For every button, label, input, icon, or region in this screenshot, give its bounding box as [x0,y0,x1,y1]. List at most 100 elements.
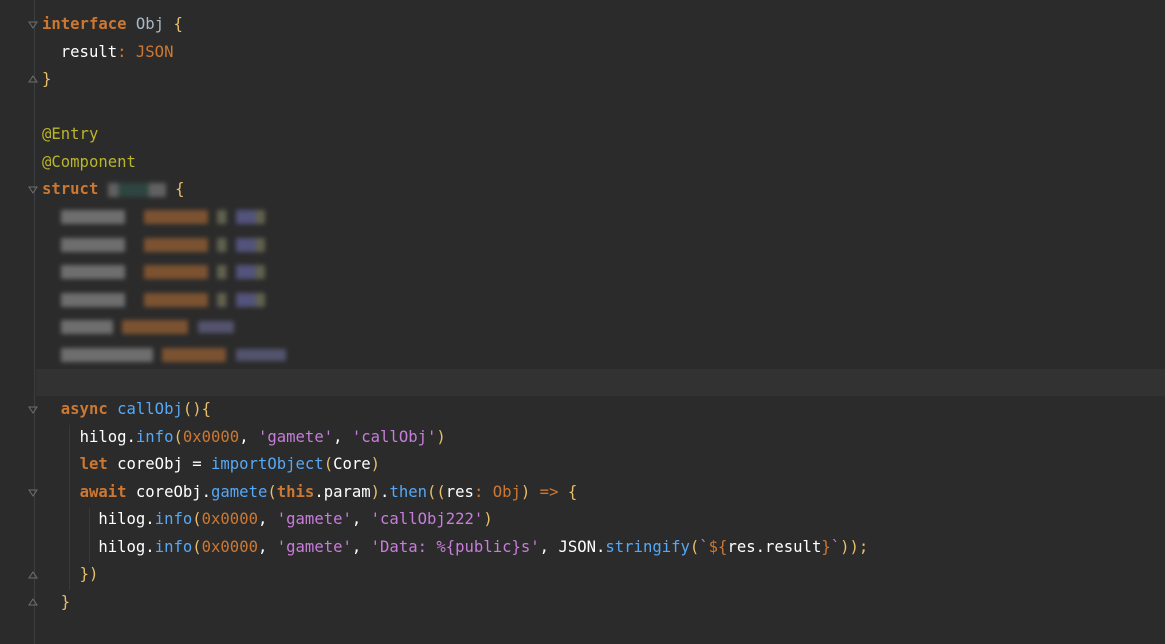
type-name: Obj [135,15,165,33]
fold-open-icon[interactable] [28,488,38,498]
expression: res.result [727,537,822,556]
code-line[interactable]: await coreObj.gamete(this.param).then((r… [42,479,1165,507]
paren: ) [520,482,531,501]
code-line[interactable]: }) [42,561,1165,589]
string: 'gamete' [276,510,352,528]
parameter: res [445,482,474,501]
method-name: gamete [211,482,268,501]
format-specifier: %{public}s [436,537,531,556]
template-expr: } [821,537,831,556]
identifier: Core [333,455,371,473]
method-name: info [154,510,193,528]
dot: . [201,482,212,501]
string: 'Data: [370,537,437,556]
redacted-line [42,231,1165,259]
fold-open-icon[interactable] [28,185,38,195]
punctuation: (){ [182,400,212,418]
keyword: this [276,482,315,501]
field-name: result [60,42,118,61]
code-line[interactable] [42,94,1165,122]
number: 0x0000 [201,537,258,556]
brace: { [173,15,183,33]
redacted-line [42,204,1165,232]
paren: ( [192,537,202,556]
fold-close-icon[interactable] [28,570,38,580]
function-name: callObj [117,400,183,418]
dot: . [145,510,155,528]
redacted-line [42,286,1165,314]
paren: ) [370,482,381,501]
arrow: => [530,482,568,501]
code-line[interactable]: let coreObj = importObject(Core) [42,451,1165,479]
code-line[interactable]: hilog.info(0x0000, 'gamete', 'callObj') [42,424,1165,452]
keyword: await [79,482,127,501]
editor-gutter [0,0,34,644]
brace: } [60,592,71,611]
method-name: then [389,482,427,501]
paren: ( [689,537,700,556]
redacted-line [42,341,1165,369]
code-line[interactable]: async callObj(){ [42,396,1165,424]
code-line[interactable]: result: JSON [42,39,1165,67]
code-line[interactable]: } [42,589,1165,617]
dot: . [145,537,155,556]
template-string: ` [699,537,709,556]
code-line[interactable]: hilog.info(0x0000, 'gamete', 'callObj222… [42,506,1165,534]
separator: , [351,537,371,556]
redacted-line [42,314,1165,342]
brace: { [567,482,578,501]
code-line[interactable]: @Entry [42,121,1165,149]
string: 'callObj222' [370,510,484,528]
method-name: info [154,537,193,556]
template-expr: ${ [708,537,728,556]
keyword: interface [42,15,127,33]
method-name: info [135,427,174,446]
code-line[interactable]: @Component [42,149,1165,177]
code-editor[interactable]: interface Obj { result: JSON } @Entry @C… [42,11,1165,616]
annotation: @Entry [42,125,99,143]
string: 'gamete' [257,427,334,446]
gutter-divider [34,0,35,644]
code-line[interactable]: interface Obj { [42,11,1165,39]
keyword: async [60,400,108,418]
paren: ( [267,482,277,501]
fold-close-icon[interactable] [28,597,38,607]
brace: }) [79,565,99,583]
code-line[interactable] [42,369,1165,397]
fold-open-icon[interactable] [28,20,38,30]
code-line[interactable]: struct { [42,176,1165,204]
paren: ) [370,455,381,473]
method-name: stringify [605,537,690,556]
template-string: ` [830,537,841,556]
colon: : [473,482,493,501]
paren: )); [840,537,869,556]
identifier: hilog [79,427,127,446]
redacted-name [107,182,166,197]
paren: (( [427,482,446,501]
paren: ( [173,427,183,446]
identifier: hilog [98,537,146,556]
separator: , [239,427,258,446]
identifier: coreObj [135,482,202,501]
string: 'callObj' [351,427,437,446]
redacted-line [42,259,1165,287]
colon: : [117,42,127,61]
paren: ( [192,510,202,528]
property: .param [314,482,371,501]
paren: ( [323,455,334,473]
separator: , [539,537,559,556]
number: 0x0000 [201,510,258,528]
identifier: coreObj [117,455,183,473]
code-line[interactable]: hilog.info(0x0000, 'gamete', 'Data: %{pu… [42,534,1165,562]
separator: , [257,510,277,528]
fold-close-icon[interactable] [28,74,38,84]
annotation: @Component [42,152,136,171]
separator: , [351,510,371,528]
fold-open-icon[interactable] [28,405,38,415]
string: 'gamete' [276,537,352,556]
code-line[interactable]: } [42,66,1165,94]
dot: . [596,537,606,556]
separator: , [257,537,277,556]
separator: , [333,427,352,446]
paren: ) [436,427,446,446]
